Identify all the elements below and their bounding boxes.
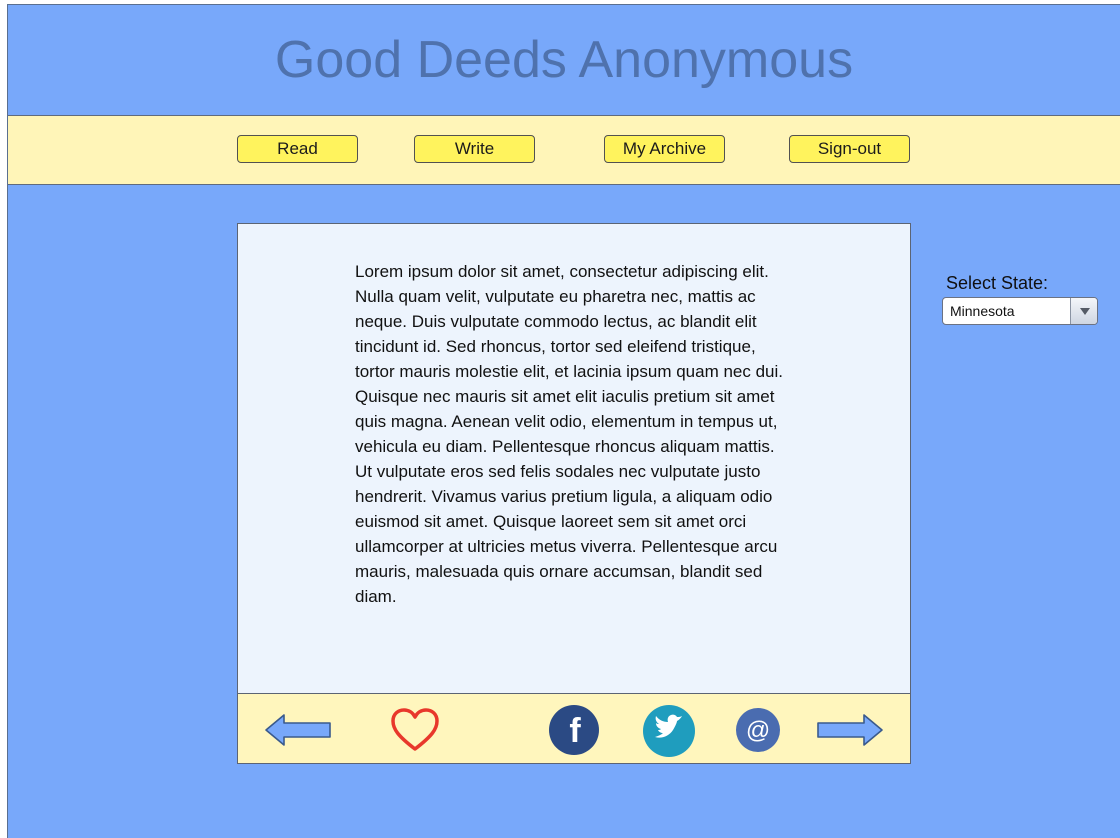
share-email-button[interactable]: @	[735, 707, 781, 758]
site-title: Good Deeds Anonymous	[274, 31, 854, 89]
sign-out-button[interactable]: Sign-out	[789, 135, 910, 163]
my-archive-button[interactable]: My Archive	[604, 135, 725, 163]
story-action-bar: f @	[238, 693, 910, 763]
share-facebook-button[interactable]: f	[548, 704, 600, 761]
arrow-right-icon	[817, 714, 883, 746]
write-button[interactable]: Write	[414, 135, 535, 163]
heart-icon	[391, 708, 439, 751]
read-button[interactable]: Read	[237, 135, 358, 163]
facebook-icon: f	[549, 705, 599, 755]
chevron-down-icon[interactable]	[1070, 298, 1097, 324]
state-selector: Select State: Minnesota	[942, 273, 1100, 325]
story-text: Lorem ipsum dolor sit amet, consectetur …	[355, 262, 784, 606]
share-twitter-button[interactable]	[642, 704, 696, 763]
state-dropdown[interactable]: Minnesota	[942, 297, 1098, 325]
next-story-button[interactable]	[816, 712, 884, 753]
twitter-icon	[643, 705, 695, 757]
previous-story-button[interactable]	[264, 712, 332, 753]
svg-text:f: f	[569, 712, 581, 750]
state-label: Select State:	[946, 273, 1049, 293]
svg-text:@: @	[746, 717, 770, 744]
nav-bar: Read Write My Archive Sign-out	[8, 115, 1120, 185]
like-button[interactable]	[390, 707, 440, 758]
arrow-left-icon	[265, 714, 331, 746]
page-background: Good Deeds Anonymous Read Write My Archi…	[7, 4, 1120, 838]
state-selected-value: Minnesota	[950, 303, 1015, 319]
header: Good Deeds Anonymous	[8, 5, 1120, 115]
at-icon: @	[736, 708, 780, 752]
story-card: Lorem ipsum dolor sit amet, consectetur …	[237, 223, 911, 764]
